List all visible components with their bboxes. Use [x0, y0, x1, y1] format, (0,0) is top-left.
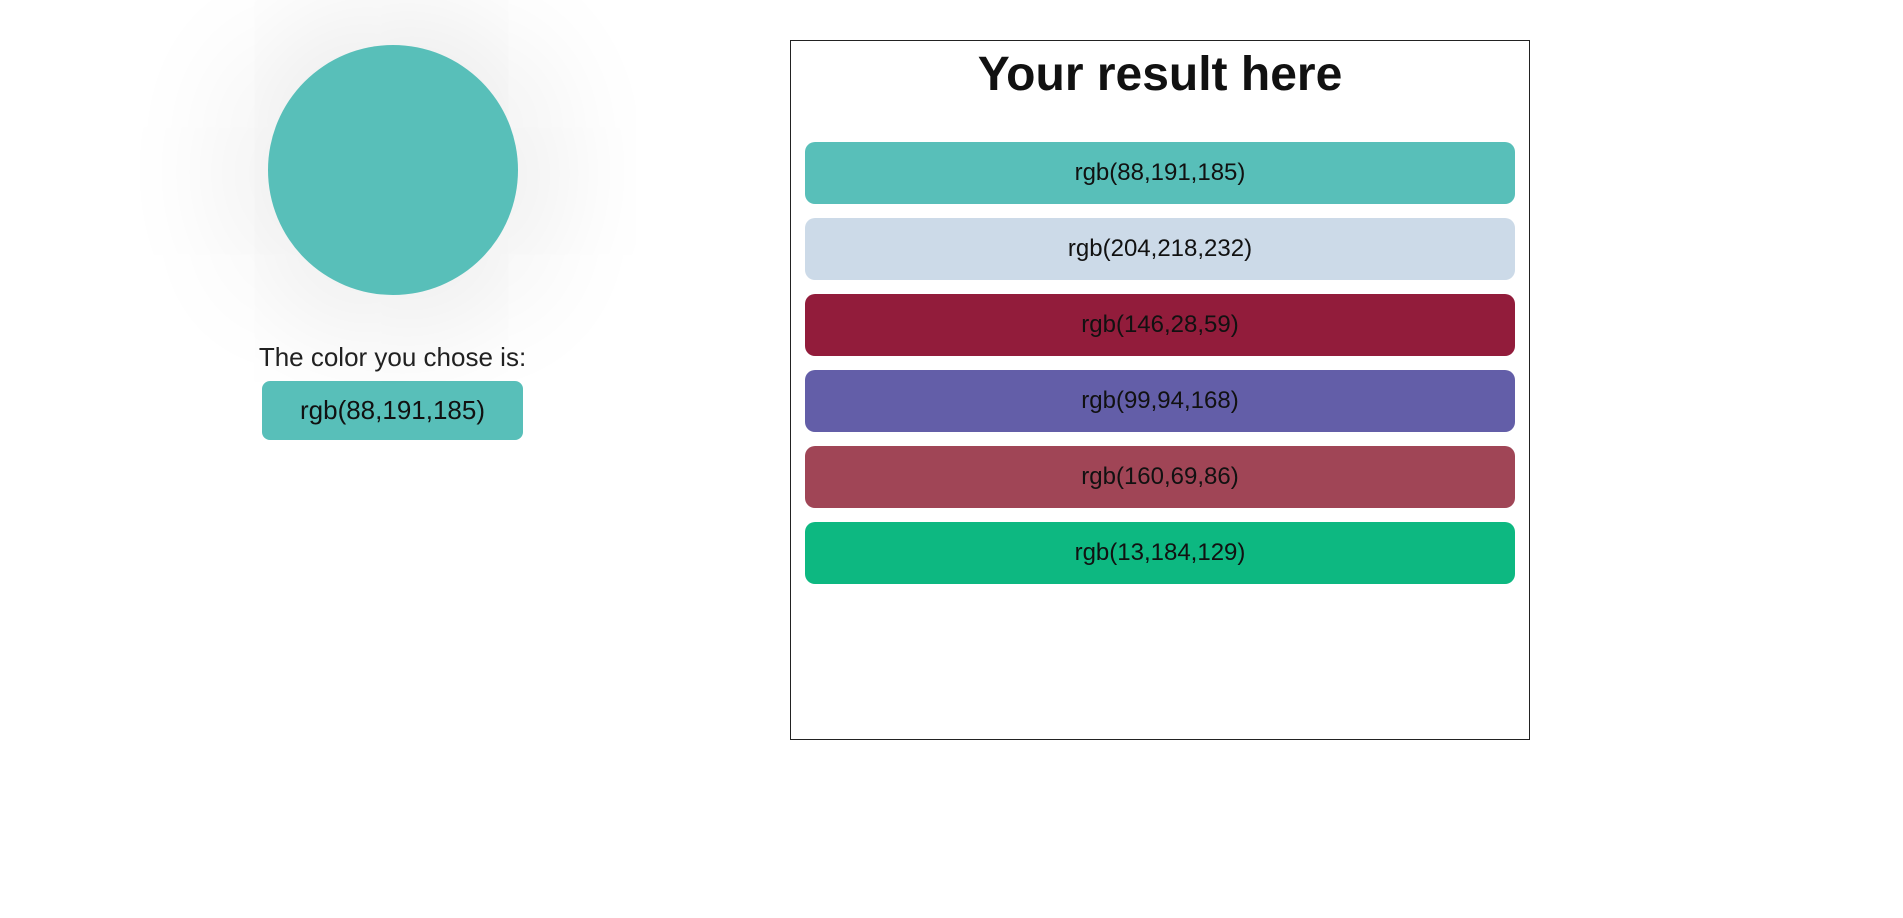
chosen-color-value: rgb(88,191,185)	[262, 381, 523, 440]
chosen-color-label: The color you chose is:	[259, 342, 526, 373]
selected-color-circle[interactable]	[268, 45, 518, 295]
results-title: Your result here	[791, 47, 1529, 102]
result-list: rgb(88,191,185) rgb(204,218,232) rgb(146,2…	[791, 142, 1529, 608]
left-panel: The color you chose is: rgb(88,191,185)	[0, 0, 785, 918]
result-item[interactable]: rgb(160,69,86)	[805, 446, 1515, 508]
result-item[interactable]: rgb(13,184,129)	[805, 522, 1515, 584]
result-item[interactable]: rgb(88,191,185)	[805, 142, 1515, 204]
result-item[interactable]: rgb(204,218,232)	[805, 218, 1515, 280]
color-circle-wrapper	[193, 20, 593, 320]
result-item[interactable]: rgb(146,28,59)	[805, 294, 1515, 356]
results-panel[interactable]: Your result here rgb(88,191,185) rgb(204,…	[790, 40, 1530, 740]
result-item[interactable]: rgb(99,94,168)	[805, 370, 1515, 432]
